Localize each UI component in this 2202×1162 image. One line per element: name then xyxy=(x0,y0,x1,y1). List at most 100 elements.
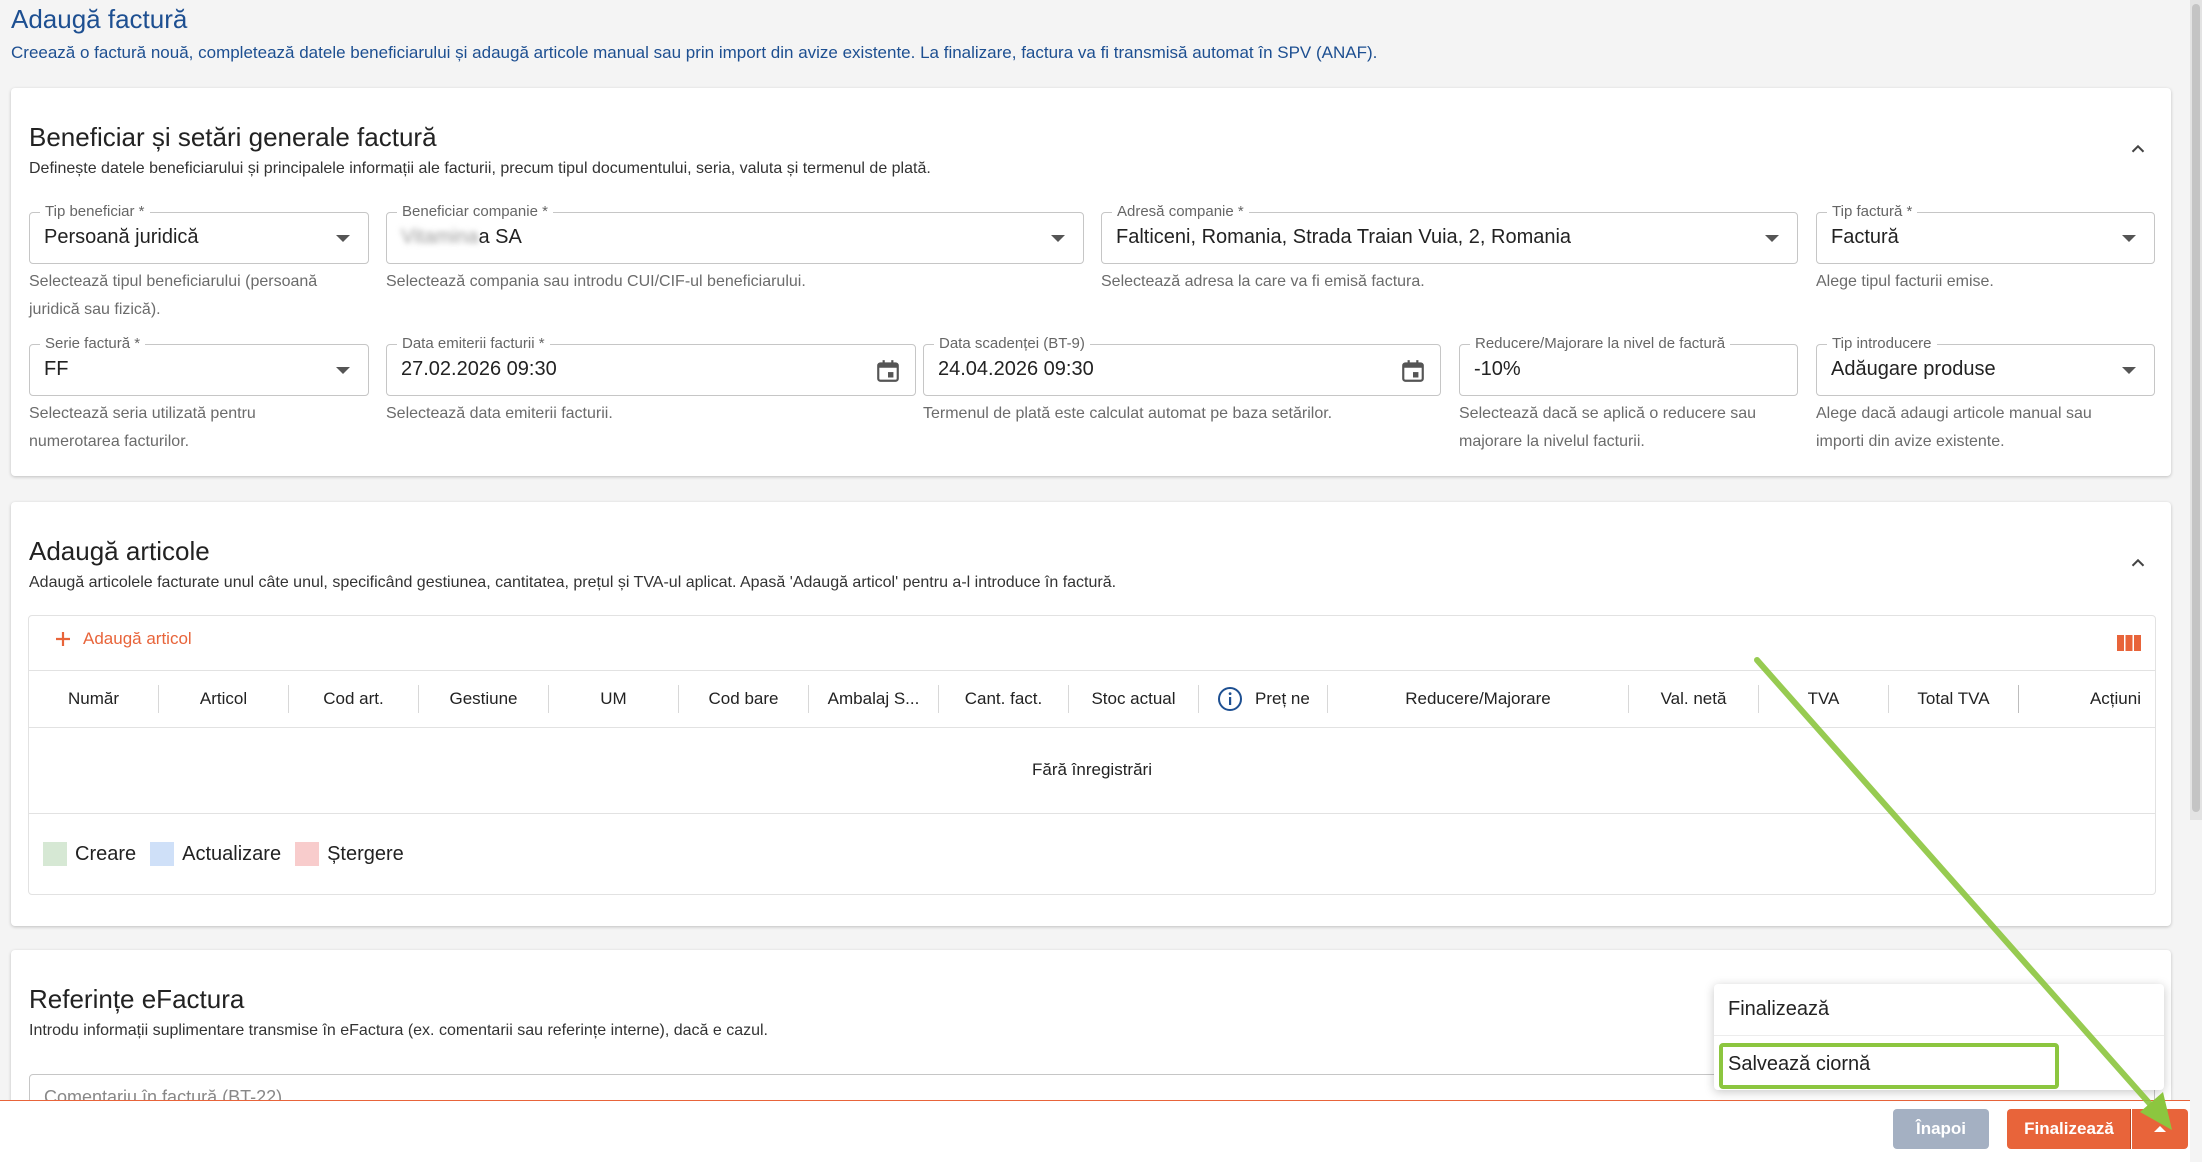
adresa-companie-label: Adresă companie * xyxy=(1112,203,1249,221)
adresa-companie-select[interactable]: Adresă companie * Falticeni, Romania, St… xyxy=(1101,203,1798,264)
chevron-up-icon[interactable] xyxy=(2127,552,2149,574)
adresa-companie-value: Falticeni, Romania, Strada Traian Vuia, … xyxy=(1116,226,1572,248)
grid-header-row: Număr Articol Cod art. Gestiune UM Cod b… xyxy=(29,670,2155,728)
general-settings-description: Definește datele beneficiarului și princ… xyxy=(29,160,931,177)
reducere-label: Reducere/Majorare la nivel de factură xyxy=(1470,335,1731,353)
data-emiterii-helper: Selectează data emiterii facturii. xyxy=(386,405,613,422)
page-header: Adaugă factură Creează o factură nouă, c… xyxy=(11,0,2191,63)
column-header-gestiune[interactable]: Gestiune xyxy=(419,671,548,727)
tip-beneficiar-value: Persoană juridică xyxy=(44,226,199,248)
caret-down-icon xyxy=(336,367,350,374)
add-article-button[interactable]: Adaugă articol xyxy=(53,629,192,649)
caret-down-icon xyxy=(336,235,350,242)
column-header-total-tva[interactable]: Total TVA xyxy=(1889,671,2018,727)
articles-card: Adaugă articole Adaugă articolele factur… xyxy=(11,502,2171,926)
add-article-label: Adaugă articol xyxy=(83,629,192,648)
column-header-reducere[interactable]: Reducere/Majorare xyxy=(1328,671,1628,727)
caret-up-icon xyxy=(2154,1126,2166,1132)
tip-introducere-value: Adăugare produse xyxy=(1831,358,1996,380)
articles-grid: Adaugă articol Număr Articol Cod art. Ge… xyxy=(28,615,2156,895)
plus-icon xyxy=(56,632,70,646)
column-header-cod-bare[interactable]: Cod bare xyxy=(679,671,808,727)
row-status-legend: Creare Actualizare Ștergere xyxy=(43,842,418,866)
beneficiar-companie-label: Beneficiar companie * xyxy=(397,203,553,221)
finalize-button[interactable]: Finalizează xyxy=(2007,1109,2131,1149)
data-scadentei-input[interactable]: Data scadenței (BT-9) 24.04.2026 09:30 xyxy=(923,335,1441,396)
column-header-cant-fact[interactable]: Cant. fact. xyxy=(939,671,1068,727)
back-button[interactable]: Înapoi xyxy=(1893,1109,1989,1149)
caret-down-icon xyxy=(1051,235,1065,242)
caret-down-icon xyxy=(2122,235,2136,242)
menu-item-save-draft[interactable]: Salvează ciornă xyxy=(1714,1038,2164,1090)
legend-item-stergere: Ștergere xyxy=(295,842,404,866)
column-header-ambalaj[interactable]: Ambalaj S... xyxy=(809,671,938,727)
serie-factura-value: FF xyxy=(44,358,69,380)
page-scrollbar[interactable] xyxy=(2190,0,2202,820)
menu-item-finalize[interactable]: Finalizează xyxy=(1714,984,2164,1036)
data-emiterii-input[interactable]: Data emiterii facturii * 27.02.2026 09:3… xyxy=(386,335,916,396)
tip-factura-label: Tip factură * xyxy=(1827,203,1918,221)
beneficiar-companie-value: Vitaminaa SA xyxy=(401,226,522,248)
serie-factura-select[interactable]: Serie factură * FF xyxy=(29,335,369,396)
data-scadentei-label: Data scadenței (BT-9) xyxy=(934,335,1090,353)
column-header-stoc-actual[interactable]: Stoc actual xyxy=(1069,671,1198,727)
serie-factura-helper: Selectează seria utilizată pentru numero… xyxy=(29,405,256,450)
pret-net-label: Preț ne xyxy=(1255,689,1310,708)
column-header-articol[interactable]: Articol xyxy=(159,671,288,727)
finalize-options-menu: Finalizează Salvează ciornă xyxy=(1714,984,2164,1090)
tip-beneficiar-select[interactable]: Tip beneficiar * Persoană juridică xyxy=(29,203,369,264)
reducere-value: -10% xyxy=(1474,358,1521,380)
info-icon[interactable] xyxy=(1217,686,1243,712)
reducere-helper: Selectează dacă se aplică o reducere sau… xyxy=(1459,405,1757,450)
beneficiar-companie-helper: Selectează compania sau introdu CUI/CIF-… xyxy=(386,273,806,290)
legend-swatch xyxy=(43,842,67,866)
data-emiterii-label: Data emiterii facturii * xyxy=(397,335,550,353)
split-menu-toggle[interactable] xyxy=(2132,1109,2188,1149)
adresa-companie-helper: Selectează adresa la care va fi emisă fa… xyxy=(1101,273,1425,290)
scroll-thumb[interactable] xyxy=(2192,4,2200,812)
data-emiterii-value: 27.02.2026 09:30 xyxy=(401,358,557,380)
column-header-val-neta[interactable]: Val. netă xyxy=(1629,671,1758,727)
reducere-input[interactable]: Reducere/Majorare la nivel de factură -1… xyxy=(1459,335,1798,396)
tip-factura-select[interactable]: Tip factură * Factură xyxy=(1816,203,2155,264)
chevron-up-icon[interactable] xyxy=(2127,138,2149,160)
column-header-numar[interactable]: Număr xyxy=(29,671,158,727)
caret-down-icon xyxy=(1765,235,1779,242)
legend-item-actualizare: Actualizare xyxy=(150,842,281,866)
column-header-actiuni: Acțiuni xyxy=(2089,689,2141,708)
articles-description: Adaugă articolele facturate unul câte un… xyxy=(29,574,1117,591)
references-title: Referințe eFactura xyxy=(29,984,245,1014)
articles-title: Adaugă articole xyxy=(29,536,210,566)
legend-item-creare: Creare xyxy=(43,842,136,866)
calendar-icon[interactable] xyxy=(1400,358,1426,384)
tip-beneficiar-label: Tip beneficiar * xyxy=(40,203,150,221)
page-title: Adaugă factură xyxy=(11,4,188,34)
column-header-pret-net[interactable]: Preț ne xyxy=(1199,671,1327,727)
blurred-company-name: Vitamina xyxy=(401,226,479,248)
grid-toolbar: Adaugă articol xyxy=(29,616,2155,670)
legend-swatch xyxy=(150,842,175,866)
columns-icon[interactable] xyxy=(2117,632,2141,654)
tip-introducere-helper: Alege dacă adaugi articole manual sau im… xyxy=(1816,405,2092,450)
tip-introducere-label: Tip introducere xyxy=(1827,335,1937,353)
tip-factura-value: Factură xyxy=(1831,226,1899,248)
references-description: Introdu informații suplimentare transmis… xyxy=(29,1022,768,1039)
beneficiar-companie-select[interactable]: Beneficiar companie * Vitaminaa SA xyxy=(386,203,1084,264)
tip-beneficiar-helper: Selectează tipul beneficiarului (persoan… xyxy=(29,273,318,318)
bottom-action-bar: Înapoi Finalizează xyxy=(0,1100,2190,1162)
legend-swatch xyxy=(295,842,320,866)
serie-factura-label: Serie factură * xyxy=(40,335,146,353)
empty-state-row: Fără înregistrări xyxy=(29,727,2155,814)
data-scadentei-value: 24.04.2026 09:30 xyxy=(938,358,1094,380)
general-settings-title: Beneficiar și setări generale factură xyxy=(29,122,437,152)
general-settings-card: Beneficiar și setări generale factură De… xyxy=(11,88,2171,476)
page-description: Creează o factură nouă, completează date… xyxy=(11,43,1378,62)
tip-introducere-select[interactable]: Tip introducere Adăugare produse xyxy=(1816,335,2155,396)
column-header-um[interactable]: UM xyxy=(549,671,678,727)
calendar-icon[interactable] xyxy=(875,358,901,384)
data-scadentei-helper: Termenul de plată este calculat automat … xyxy=(923,405,1333,422)
caret-down-icon xyxy=(2122,367,2136,374)
tip-factura-helper: Alege tipul facturii emise. xyxy=(1816,273,1994,290)
column-header-tva[interactable]: TVA xyxy=(1759,671,1888,727)
column-header-cod-art[interactable]: Cod art. xyxy=(289,671,418,727)
